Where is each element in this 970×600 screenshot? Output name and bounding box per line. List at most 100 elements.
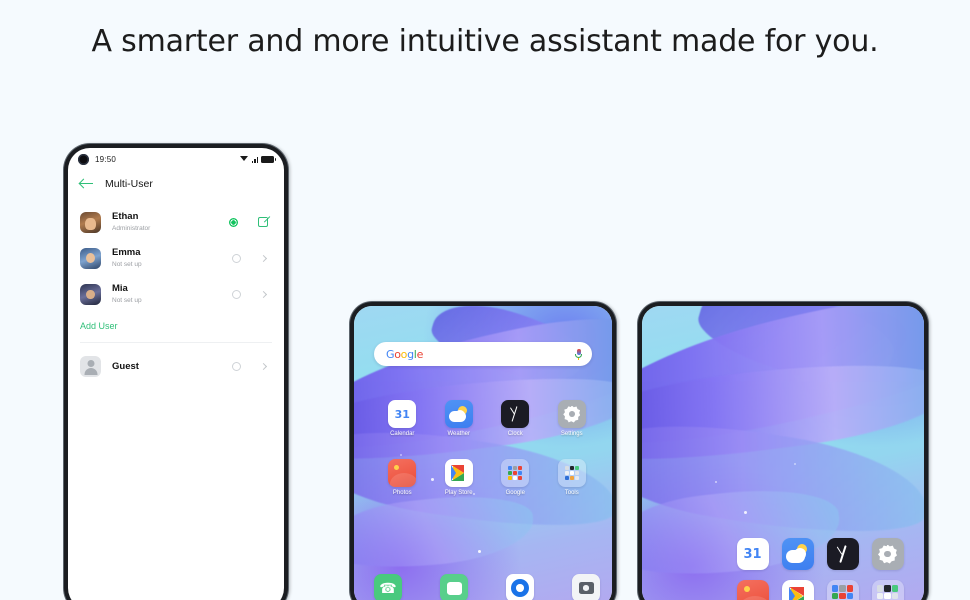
- folder-icon: [871, 580, 904, 600]
- radio-unselected[interactable]: [232, 362, 241, 371]
- status-icons: [239, 155, 276, 163]
- person-placeholder-icon: [80, 356, 101, 377]
- app-label: Photos: [392, 490, 412, 496]
- dock-camera[interactable]: [572, 574, 600, 600]
- clock-icon: [826, 538, 859, 570]
- app-label: Google: [505, 490, 525, 496]
- page-title: A smarter and more intuitive assistant m…: [91, 24, 879, 59]
- user-meta: Emma Not set up: [112, 247, 232, 269]
- status-time: 19:50: [95, 154, 117, 164]
- folder-icon: [826, 580, 859, 600]
- chevron-right-icon[interactable]: [259, 362, 268, 371]
- user-name: Emma: [112, 247, 141, 259]
- weather-icon: [444, 400, 473, 428]
- edit-icon[interactable]: [258, 217, 268, 227]
- phone-right-screen: 31: [642, 306, 924, 600]
- app-label: Settings: [560, 431, 583, 437]
- app-calendar[interactable]: 31: [730, 538, 775, 570]
- camera-punch-hole-icon: [78, 153, 89, 165]
- app-calendar[interactable]: 31 Calendar: [374, 400, 431, 437]
- avatar: [80, 247, 101, 269]
- app-clock[interactable]: Clock: [487, 400, 544, 437]
- phone-middle-screen: Google 31 Calendar Weather Clock Setting…: [354, 306, 612, 600]
- app-grid: 31 Calendar Weather Clock Settings Photo…: [374, 400, 600, 496]
- messages-icon: [440, 574, 468, 600]
- app-label: Weather: [447, 431, 471, 437]
- app-settings[interactable]: [865, 538, 910, 570]
- app-settings[interactable]: Settings: [544, 400, 601, 437]
- radio-selected[interactable]: [229, 217, 238, 227]
- list-item-guest[interactable]: Guest: [68, 343, 284, 384]
- app-photos[interactable]: [730, 580, 775, 600]
- app-weather[interactable]: [775, 538, 820, 570]
- list-item-user-ethan[interactable]: Ethan Administrator: [68, 204, 284, 240]
- app-folder-google[interactable]: [820, 580, 865, 600]
- app-folder-tools[interactable]: [865, 580, 910, 600]
- folder-icon: [557, 459, 586, 487]
- avatar: [80, 211, 101, 233]
- wifi-icon: [239, 155, 249, 163]
- calendar-icon: 31: [388, 400, 417, 428]
- app-grid: 31: [730, 538, 910, 600]
- app-label: Clock: [507, 431, 523, 437]
- app-weather[interactable]: Weather: [431, 400, 488, 437]
- app-photos[interactable]: Photos: [374, 459, 431, 496]
- user-meta: Ethan Administrator: [112, 211, 229, 233]
- app-folder-google[interactable]: Google: [487, 459, 544, 496]
- phone-left-screen: 19:50 Multi-User Ethan Administrator Emm…: [68, 148, 284, 600]
- phone-left-multi-user: 19:50 Multi-User Ethan Administrator Emm…: [64, 144, 288, 600]
- user-subtitle: Not set up: [112, 261, 142, 269]
- app-folder-tools[interactable]: Tools: [544, 459, 601, 496]
- radio-unselected[interactable]: [232, 289, 241, 299]
- phone-right-home-screen: 31: [638, 302, 928, 600]
- user-meta: Guest: [112, 361, 232, 373]
- user-list: Ethan Administrator Emma Not set up Mia …: [68, 200, 284, 384]
- list-item-user-emma[interactable]: Emma Not set up: [68, 240, 284, 276]
- app-clock[interactable]: [820, 538, 865, 570]
- screenshot-root: A smarter and more intuitive assistant m…: [0, 0, 970, 600]
- add-user-button[interactable]: Add User: [68, 312, 284, 342]
- list-item-user-mia[interactable]: Mia Not set up: [68, 276, 284, 312]
- photos-icon: [736, 580, 769, 600]
- google-search-bar[interactable]: Google: [374, 342, 592, 366]
- app-bar-title: Multi-User: [105, 178, 153, 190]
- app-bar: Multi-User: [68, 170, 284, 200]
- play-store-icon: [444, 459, 473, 487]
- user-name: Mia: [112, 283, 128, 295]
- calendar-date-badge: 31: [743, 546, 762, 562]
- google-logo: Google: [386, 347, 424, 361]
- weather-icon: [781, 538, 814, 570]
- status-bar: 19:50: [68, 148, 284, 170]
- chevron-right-icon[interactable]: [259, 254, 268, 262]
- radio-unselected[interactable]: [232, 253, 241, 263]
- dock: ☎: [374, 574, 600, 600]
- app-play-store[interactable]: [775, 580, 820, 600]
- avatar: [80, 283, 101, 305]
- dock-phone[interactable]: ☎: [374, 574, 402, 600]
- dock-messages[interactable]: [440, 574, 468, 600]
- clock-icon: [501, 400, 530, 428]
- user-name: Ethan: [112, 211, 139, 223]
- battery-icon: [261, 155, 276, 163]
- user-subtitle: Not set up: [112, 297, 142, 305]
- user-name: Guest: [112, 360, 139, 372]
- calendar-date-badge: 31: [394, 407, 410, 421]
- app-label: Tools: [564, 490, 579, 496]
- user-meta: Mia Not set up: [112, 283, 232, 305]
- photos-icon: [388, 459, 417, 487]
- page-indicator-dot: [478, 550, 481, 553]
- folder-icon: [501, 459, 530, 487]
- phone-icon: ☎: [374, 574, 402, 600]
- calendar-icon: 31: [736, 538, 769, 570]
- camera-icon: [572, 574, 600, 600]
- dock-browser[interactable]: [506, 574, 534, 600]
- user-subtitle: Administrator: [112, 225, 151, 233]
- settings-gear-icon: [871, 538, 904, 570]
- app-label: Calendar: [390, 431, 415, 437]
- app-play-store[interactable]: Play Store: [431, 459, 488, 496]
- microphone-icon[interactable]: [575, 348, 582, 360]
- chevron-right-icon[interactable]: [259, 290, 268, 298]
- signal-icon: [251, 156, 258, 163]
- play-store-icon: [781, 580, 814, 600]
- back-arrow-icon[interactable]: [80, 179, 93, 190]
